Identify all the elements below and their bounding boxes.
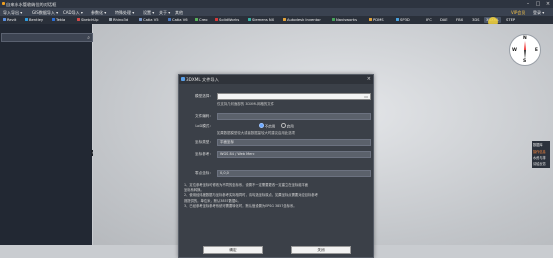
minimize-button[interactable]: –: [523, 0, 533, 8]
tab-catia-v6[interactable]: Catia V6: [166, 17, 190, 24]
tab-ifc[interactable]: IFC: [424, 17, 434, 24]
coord-ref-input[interactable]: WGS 84 / Web Merc: [217, 151, 371, 158]
creo-icon: [195, 17, 198, 21]
browse-file-icon[interactable]: ▭: [364, 94, 368, 99]
tab-sp3d[interactable]: SP3D: [394, 17, 412, 24]
tab-siemens-nx[interactable]: Siemens NX: [246, 17, 276, 24]
app-logo-icon: [1, 1, 5, 6]
catia-v6-icon: [168, 17, 171, 21]
login-link[interactable]: 登录 ▾: [533, 10, 544, 16]
tab-pdms[interactable]: PDMS: [367, 17, 386, 24]
compass-west-label: W: [512, 47, 517, 53]
lod-radio-enable[interactable]: 启用: [281, 123, 294, 129]
dialog-notes: 1、定位参考坐标可修改为不同的坐标系，设置不一定需要更改一定建立在坐标组平面 坐…: [184, 183, 368, 209]
title-bar: 自来水水管收纳位的对话框 – □ ×: [0, 0, 553, 8]
radio-empty-icon: [281, 123, 286, 128]
compass-needle-tail-icon: [524, 50, 526, 59]
layer-search-input[interactable]: ⌕: [1, 33, 93, 42]
rhino-icon: [109, 17, 112, 21]
menu-import-export[interactable]: 导入导出 ▾: [3, 10, 22, 16]
model-path-label: 模型选择：: [195, 93, 213, 98]
menu-parametric[interactable]: 参数化 ▾: [91, 10, 106, 16]
note-line: 3、已经参考坐标参考系统可需要转化时，默认值设置为EPSG 3857坐标系。: [184, 203, 297, 208]
dialog-logo-icon: [181, 77, 185, 81]
menu-settings[interactable]: 设置 ▾: [143, 10, 154, 16]
tab-autodesk-inventor[interactable]: Autodesk Inventor: [281, 17, 323, 24]
tab-step[interactable]: STEP: [504, 17, 517, 24]
tab-creo[interactable]: Creo: [193, 17, 210, 24]
radio-selected-icon: [259, 123, 264, 128]
menu-about[interactable]: 关于 ▾: [159, 10, 170, 16]
zero-point-input[interactable]: 0,0,0: [217, 170, 371, 177]
tab-solidworks[interactable]: SolidWorks: [213, 17, 241, 24]
format-tab-bar: Revit Bentley Tekla SketchUp Rhino3d Cat…: [0, 16, 553, 24]
dialog-title-bar: 3DXML 文件导入 ×: [179, 75, 373, 84]
menu-other[interactable]: 其他: [175, 10, 183, 16]
file-code-input[interactable]: [217, 113, 371, 120]
coord-ref-label: 坐标参考：: [195, 151, 213, 156]
menu-gis-import[interactable]: GIS数据导入 ▾: [32, 10, 58, 16]
sketchup-icon: [77, 17, 80, 21]
close-window-button[interactable]: ×: [543, 0, 553, 8]
inventor-icon: [283, 17, 286, 21]
tab-sketchup[interactable]: SketchUp: [75, 17, 100, 24]
coord-type-value: 平面坐标: [220, 140, 234, 145]
menu-cad-import[interactable]: CAD导入 ▾: [63, 10, 83, 16]
window-title: 自来水水管收纳位的对话框: [6, 1, 57, 7]
file-code-label: 文件编码：: [195, 113, 213, 118]
dialog-close-icon[interactable]: ×: [367, 76, 371, 82]
tab-navisworks[interactable]: Navisworks: [330, 17, 359, 24]
siemens-nx-icon: [248, 17, 251, 21]
lod-mode-label: LoD模式：: [195, 123, 213, 128]
dialog-title: 3DXML 文件导入: [186, 77, 219, 83]
ok-button[interactable]: 确定: [203, 246, 263, 254]
model-path-input[interactable]: ▭: [217, 93, 371, 100]
menu-special[interactable]: 特殊处理 ▾: [115, 10, 134, 16]
side-toolbar: 数据库 操作信息 水资与排 请给反馈: [532, 141, 550, 168]
compass-widget[interactable]: N S W E: [509, 34, 541, 66]
zero-point-label: 零点坐标：: [195, 170, 213, 175]
compass-east-label: E: [534, 47, 538, 53]
compass-south-label: S: [523, 59, 527, 64]
tab-revit[interactable]: Revit: [1, 17, 18, 24]
bentley-icon: [25, 17, 28, 21]
pdms-icon: [369, 17, 372, 21]
tab-3ds[interactable]: 3DS: [470, 17, 482, 24]
tab-bentley[interactable]: Bentley: [23, 17, 45, 24]
navisworks-icon: [332, 17, 335, 21]
maximize-button[interactable]: □: [533, 0, 543, 8]
catia-v5-icon: [139, 17, 142, 21]
lod-radio-disable[interactable]: 不启用: [259, 123, 275, 129]
left-panel: [0, 24, 92, 245]
vip-member-link[interactable]: VIP会员: [511, 10, 525, 16]
tab-rhino3d[interactable]: Rhino3d: [107, 17, 130, 24]
tab-tekla[interactable]: Tekla: [50, 17, 67, 24]
lod-hint: 如果数据模型较大或者数据量较大时建议启用此选项: [217, 130, 295, 135]
tab-dae[interactable]: DAE: [438, 17, 450, 24]
search-icon[interactable]: ⌕: [87, 35, 90, 41]
revit-icon: [3, 17, 6, 21]
tekla-icon: [52, 17, 55, 21]
coord-type-label: 坐标类型：: [195, 139, 213, 144]
coord-ref-value: WGS 84 / Web Merc: [220, 152, 255, 157]
solidworks-icon: [215, 17, 218, 21]
zero-point-value: 0,0,0: [220, 171, 229, 176]
side-tool-feedback[interactable]: 请给反馈: [532, 161, 550, 167]
sp3d-icon: [396, 17, 399, 21]
tab-catia-v5[interactable]: Catia V5: [137, 17, 161, 24]
tab-fbx[interactable]: FBX: [454, 17, 465, 24]
compass-needle-icon: [524, 41, 526, 50]
menu-bar: 导入导出 ▾ GIS数据导入 ▾ CAD导入 ▾ 参数化 ▾ 特殊处理 ▾ 设置…: [0, 8, 553, 16]
coord-type-select[interactable]: 平面坐标: [217, 139, 371, 146]
import-dialog: 3DXML 文件导入 × 模型选择： ▭ 仅支持几何面部的 3DXML网格的文件…: [178, 74, 374, 258]
model-path-hint: 仅支持几何面部的 3DXML网格的文件: [217, 102, 275, 106]
cancel-button[interactable]: 关闭: [291, 246, 351, 254]
